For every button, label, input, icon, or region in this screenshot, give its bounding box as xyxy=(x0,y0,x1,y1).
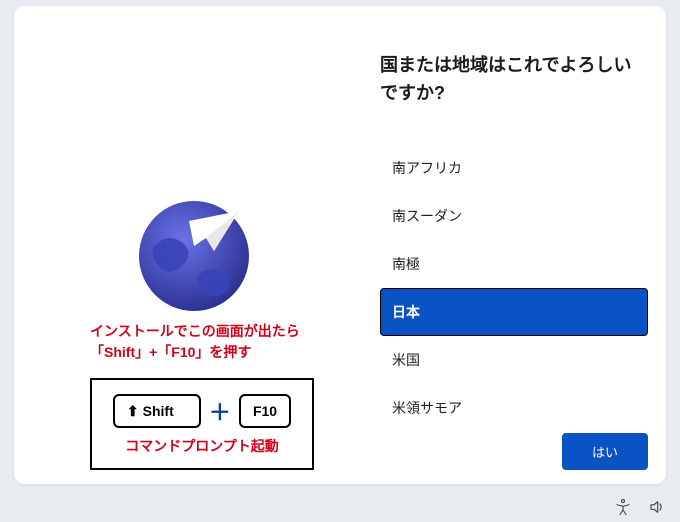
shift-arrow-icon: ⬆ xyxy=(127,404,139,418)
list-item[interactable]: 南極 xyxy=(380,240,648,288)
region-list[interactable]: 南アフリカ 南スーダン 南極 日本 米国 米領サモア xyxy=(380,144,648,432)
list-item-selected[interactable]: 日本 xyxy=(380,288,648,336)
annotation-line1: インストールでこの画面が出たら xyxy=(90,321,300,342)
list-item[interactable]: 南スーダン xyxy=(380,192,648,240)
left-pane: インストールでこの画面が出たら 「Shift」+「F10」を押す ⬆ Shift… xyxy=(14,6,374,484)
yes-button[interactable]: はい xyxy=(562,433,648,470)
f10-key-label: F10 xyxy=(253,403,277,419)
key-caption: コマンドプロンプト起動 xyxy=(125,436,279,456)
key-combo-box: ⬆ Shift ＋ F10 コマンドプロンプト起動 xyxy=(90,378,314,470)
globe-icon xyxy=(134,196,254,316)
globe-illustration xyxy=(134,196,254,316)
list-item[interactable]: 米領サモア xyxy=(380,384,648,432)
page-title: 国または地域はこれでよろしいですか? xyxy=(380,52,648,108)
f10-key: F10 xyxy=(239,394,291,428)
annotation-text: インストールでこの画面が出たら 「Shift」+「F10」を押す xyxy=(90,321,300,363)
taskbar-tray xyxy=(614,498,666,516)
list-item[interactable]: 米国 xyxy=(380,336,648,384)
shift-key-label: Shift xyxy=(143,403,174,419)
volume-icon[interactable] xyxy=(648,498,666,516)
accessibility-icon[interactable] xyxy=(614,498,632,516)
oobe-window: インストールでこの画面が出たら 「Shift」+「F10」を押す ⬆ Shift… xyxy=(14,6,666,484)
annotation-line2: 「Shift」+「F10」を押す xyxy=(90,342,300,363)
plus-icon: ＋ xyxy=(209,395,231,427)
list-item[interactable]: 南アフリカ xyxy=(380,144,648,192)
key-row: ⬆ Shift ＋ F10 xyxy=(113,394,291,428)
right-pane: 国または地域はこれでよろしいですか? 南アフリカ 南スーダン 南極 日本 米国 … xyxy=(374,6,666,484)
shift-key: ⬆ Shift xyxy=(113,394,201,428)
